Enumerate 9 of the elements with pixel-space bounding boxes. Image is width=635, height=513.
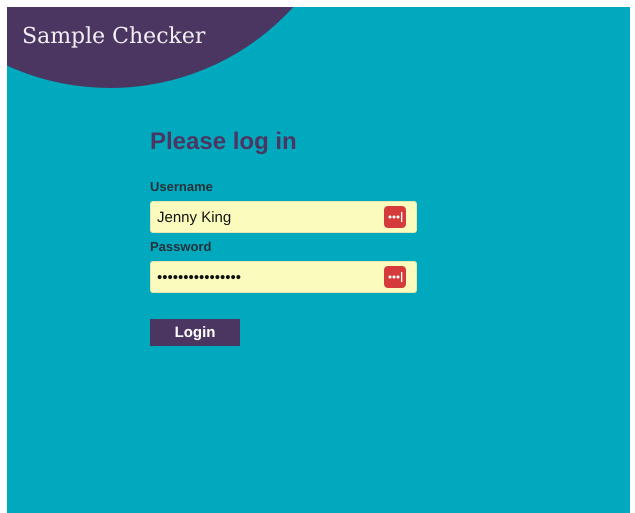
login-button[interactable]: Login — [150, 319, 240, 346]
dots-icon[interactable] — [384, 206, 406, 228]
dots-icon[interactable] — [384, 266, 406, 288]
form-heading: Please log in — [150, 128, 297, 156]
field-label: Password — [150, 239, 212, 254]
field-label: Username — [150, 179, 213, 194]
app-title: Sample Checker — [22, 24, 206, 49]
input-field[interactable]: Jenny King — [150, 201, 417, 233]
input-field[interactable]: •••••••••••••••• — [150, 261, 417, 293]
